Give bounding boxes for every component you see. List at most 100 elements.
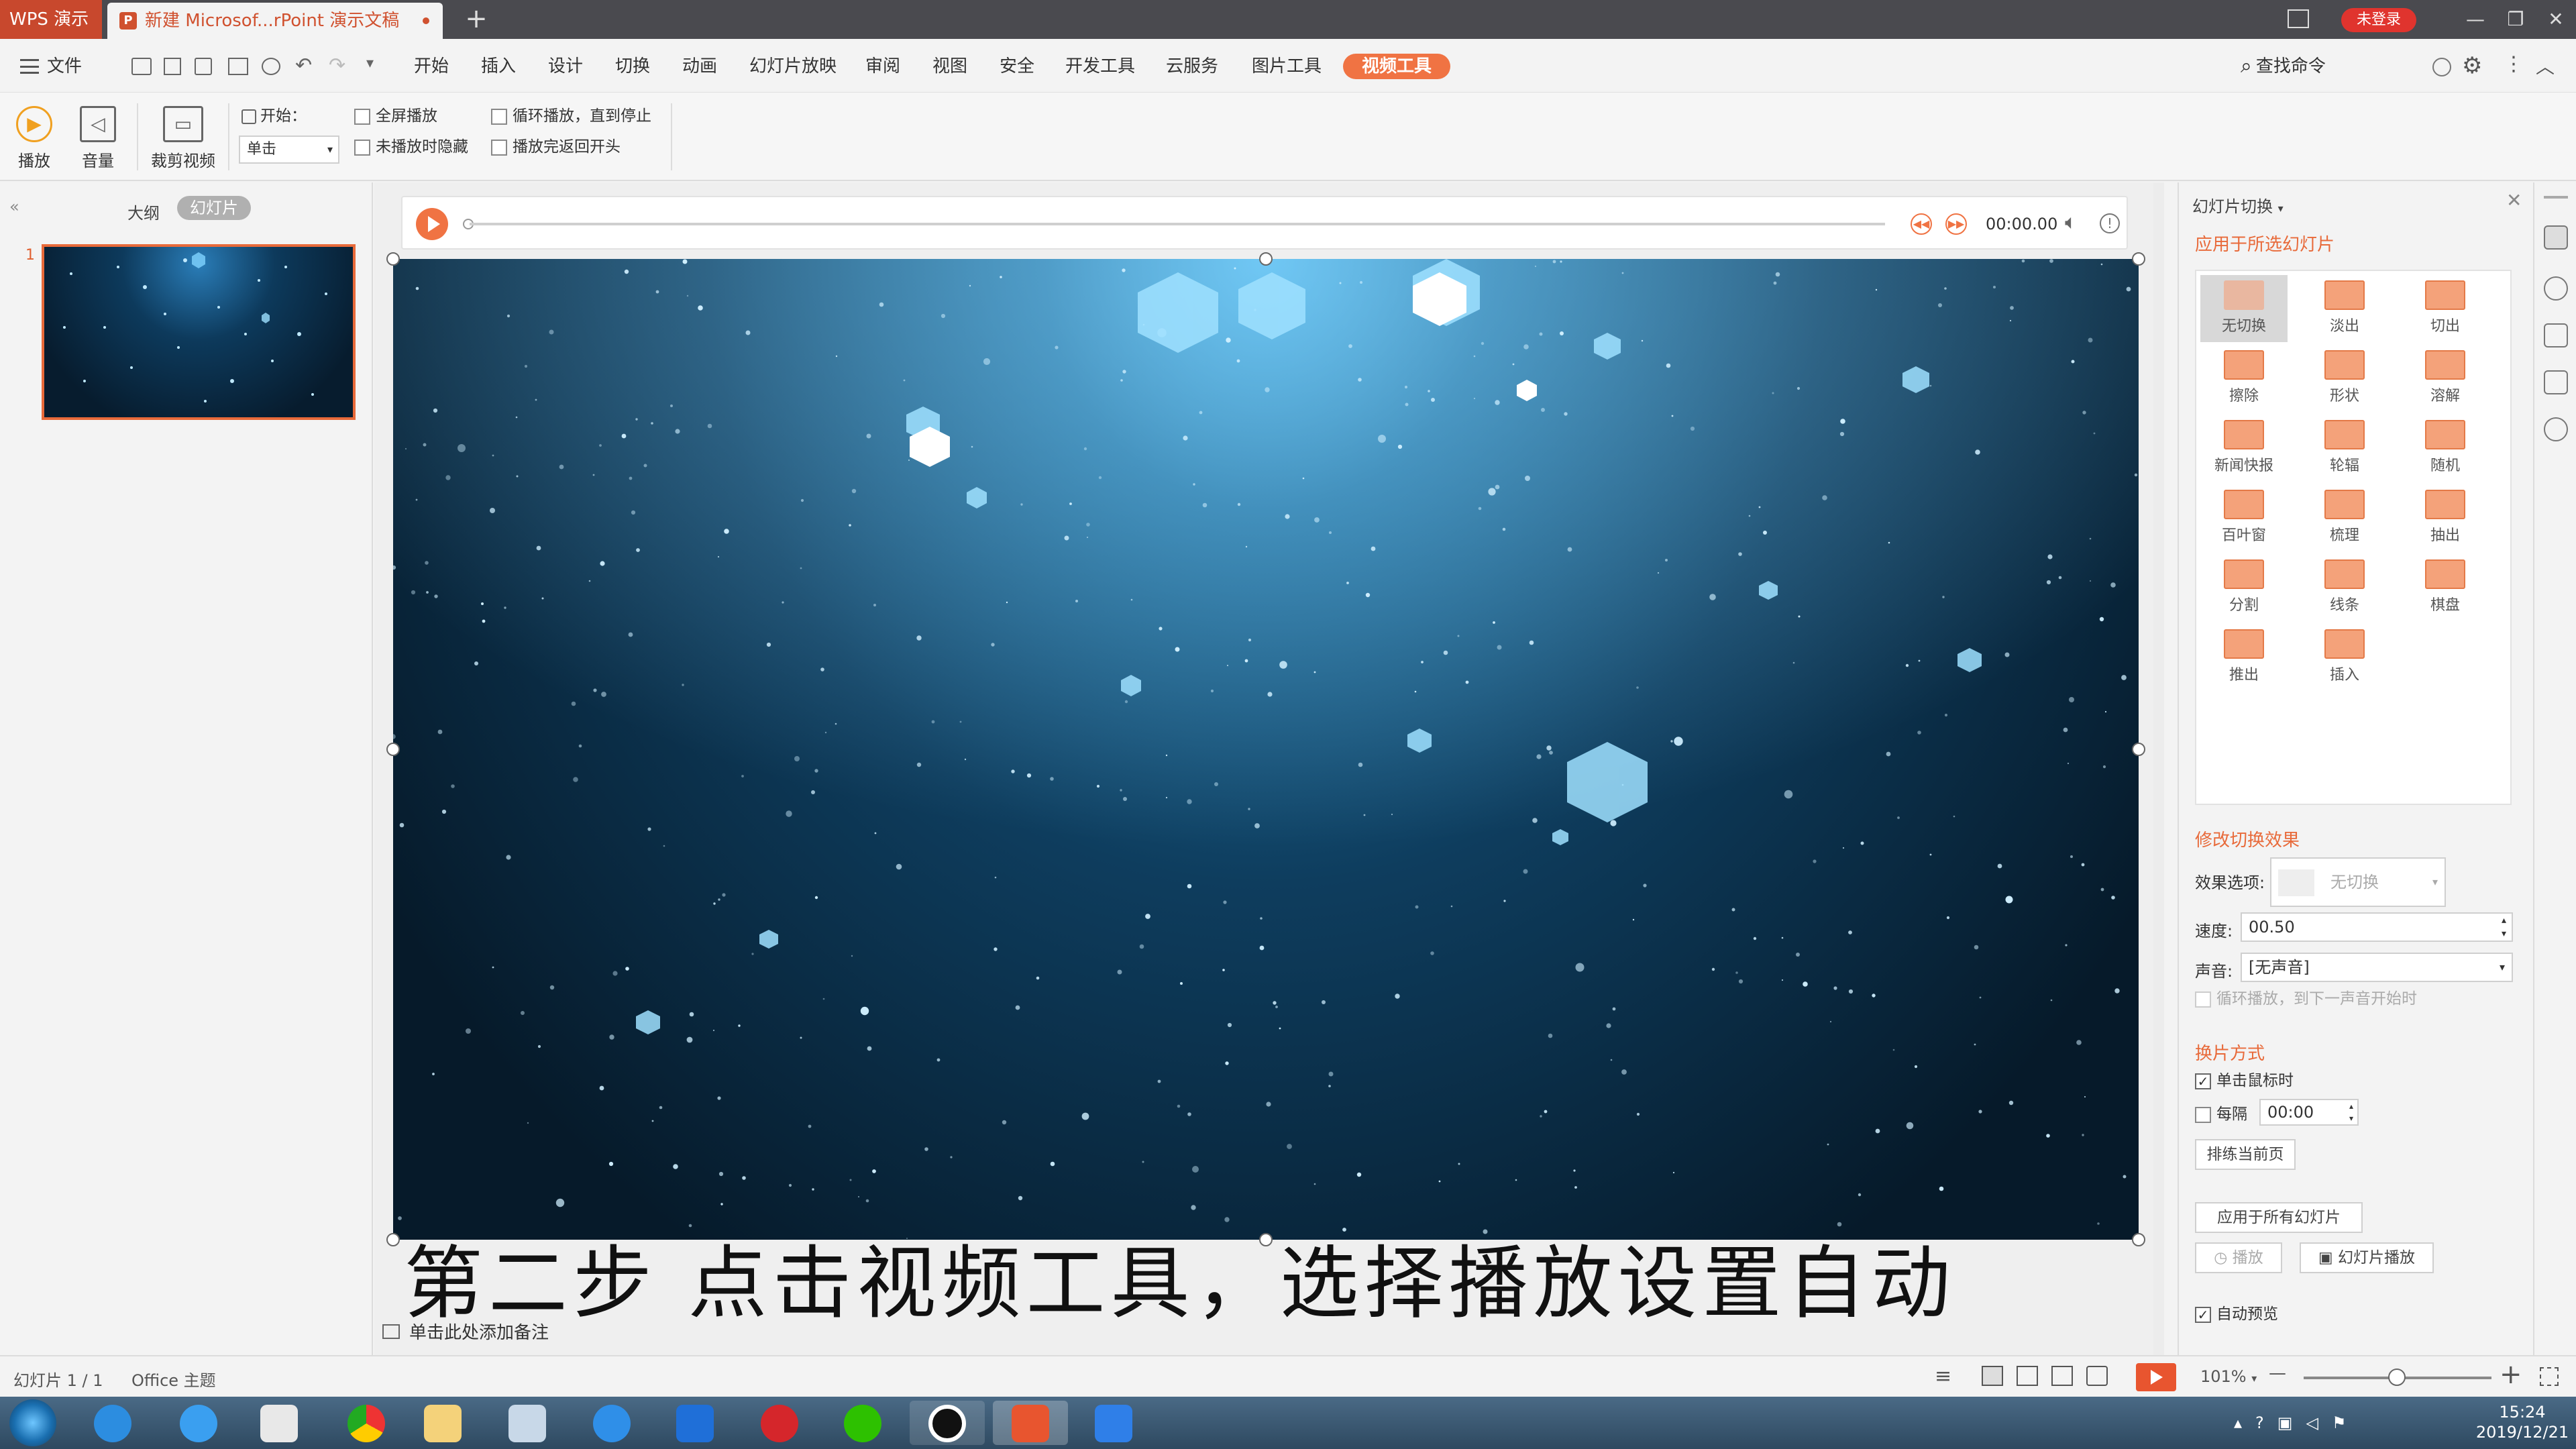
normal-view-icon[interactable] bbox=[1982, 1366, 2003, 1386]
resize-handle[interactable] bbox=[2132, 743, 2145, 756]
taskbar-download-icon[interactable] bbox=[657, 1401, 733, 1445]
info-icon[interactable]: ! bbox=[2100, 213, 2120, 233]
transition-option[interactable]: 线条 bbox=[2301, 554, 2388, 621]
menu-start[interactable]: 开始 bbox=[414, 54, 449, 79]
app-name-badge[interactable]: WPS 演示 bbox=[0, 0, 102, 39]
menu-transition[interactable]: 切换 bbox=[615, 54, 650, 79]
start-button[interactable] bbox=[9, 1399, 56, 1446]
slideshow-button[interactable]: ▣ 幻灯片播放 bbox=[2300, 1242, 2434, 1273]
resize-handle[interactable] bbox=[2132, 252, 2145, 266]
history-icon[interactable] bbox=[2544, 417, 2568, 441]
loop-checkbox[interactable]: 循环播放，直到停止 bbox=[491, 105, 651, 127]
menu-insert[interactable]: 插入 bbox=[481, 54, 516, 79]
transition-option[interactable]: 分割 bbox=[2200, 554, 2288, 621]
resize-handle[interactable] bbox=[2132, 1233, 2145, 1246]
play-video-button[interactable]: ▶ 播放 bbox=[11, 102, 58, 176]
zoom-slider-knob[interactable] bbox=[2388, 1368, 2406, 1386]
player-play-icon[interactable] bbox=[416, 208, 448, 240]
quick-access-dropdown-icon[interactable]: ▾ bbox=[366, 55, 374, 72]
close-button[interactable]: ✕ bbox=[2536, 5, 2576, 34]
more-options-icon[interactable]: ⋮ bbox=[2504, 52, 2524, 76]
transition-option[interactable]: 形状 bbox=[2301, 345, 2388, 412]
tab-outline[interactable]: 大纲 bbox=[127, 200, 160, 223]
taskbar-wps-presentation-icon[interactable] bbox=[993, 1401, 1068, 1445]
rewind-icon[interactable]: ◀◀ bbox=[1911, 213, 1932, 235]
collapse-ribbon-icon[interactable]: ︿ bbox=[2536, 52, 2555, 79]
collapse-panel-icon[interactable]: « bbox=[9, 197, 19, 216]
fullscreen-checkbox[interactable]: 全屏播放 bbox=[354, 105, 437, 127]
menu-developer[interactable]: 开发工具 bbox=[1065, 54, 1135, 79]
login-button[interactable]: 未登录 bbox=[2341, 8, 2416, 32]
transition-option[interactable]: 插入 bbox=[2301, 624, 2388, 691]
menu-video-tools[interactable]: 视频工具 bbox=[1343, 54, 1451, 79]
zoom-in-button[interactable]: + bbox=[2500, 1359, 2522, 1390]
print-preview-icon[interactable] bbox=[262, 58, 280, 75]
animation-icon[interactable] bbox=[2544, 323, 2568, 347]
transition-option[interactable]: 随机 bbox=[2402, 415, 2489, 482]
taskbar-media-icon[interactable] bbox=[241, 1401, 317, 1445]
panel-title[interactable]: 幻灯片切换 ▾ bbox=[2192, 193, 2284, 217]
trim-video-button[interactable]: ▭ 裁剪视频 bbox=[146, 102, 220, 176]
hamburger-icon[interactable] bbox=[20, 59, 39, 74]
flag-icon[interactable]: ⚑ bbox=[2332, 1413, 2347, 1432]
open-icon[interactable] bbox=[131, 58, 152, 75]
rehearse-button[interactable]: 排练当前页 bbox=[2195, 1139, 2296, 1170]
search-command[interactable]: ⌕ 查找命令 bbox=[2241, 54, 2326, 79]
feedback-icon[interactable] bbox=[2432, 58, 2451, 76]
transition-option[interactable]: 推出 bbox=[2200, 624, 2288, 691]
help-icon[interactable]: ? bbox=[2255, 1413, 2264, 1432]
menu-cloud[interactable]: 云服务 bbox=[1166, 54, 1218, 79]
properties-icon[interactable] bbox=[2544, 370, 2568, 394]
fit-window-icon[interactable] bbox=[2540, 1367, 2559, 1386]
menu-review[interactable]: 审阅 bbox=[865, 54, 900, 79]
menu-picture-tools[interactable]: 图片工具 bbox=[1252, 54, 1322, 79]
menu-security[interactable]: 安全 bbox=[1000, 54, 1034, 79]
drag-handle-icon[interactable] bbox=[2544, 196, 2568, 199]
taskbar-netease-music-icon[interactable] bbox=[742, 1401, 817, 1445]
network-icon[interactable]: ▣ bbox=[2277, 1413, 2293, 1432]
print-icon[interactable] bbox=[228, 58, 248, 75]
speed-input[interactable]: 00.50 ▴ ▾ bbox=[2241, 912, 2513, 942]
volume-button[interactable]: ◁ 音量 bbox=[71, 102, 125, 176]
slide-video[interactable] bbox=[393, 259, 2139, 1240]
export-pdf-icon[interactable] bbox=[195, 58, 212, 75]
resize-handle[interactable] bbox=[386, 743, 400, 756]
taskbar-ie-icon[interactable] bbox=[75, 1401, 150, 1445]
transition-option[interactable]: 新闻快报 bbox=[2200, 415, 2288, 482]
taskbar-chrome-icon[interactable] bbox=[329, 1401, 404, 1445]
taskbar-wps-writer-icon[interactable] bbox=[1076, 1401, 1151, 1445]
taskbar-notes-icon[interactable] bbox=[490, 1401, 565, 1445]
hide-not-playing-checkbox[interactable]: 未播放时隐藏 bbox=[354, 136, 468, 158]
progress-track[interactable] bbox=[470, 223, 1885, 225]
preview-play-button[interactable]: ◷ 播放 bbox=[2195, 1242, 2282, 1273]
rewind-checkbox[interactable]: 播放完返回开头 bbox=[491, 136, 621, 158]
menu-view[interactable]: 视图 bbox=[932, 54, 967, 79]
menu-animation[interactable]: 动画 bbox=[682, 54, 717, 79]
resize-handle[interactable] bbox=[386, 252, 400, 266]
player-volume-icon[interactable]: 🔈︎ bbox=[2065, 211, 2077, 234]
slideshow-play-button[interactable] bbox=[2136, 1363, 2176, 1391]
every-time-input[interactable]: 00:00 ▴ ▾ bbox=[2259, 1099, 2359, 1126]
transition-option[interactable]: 轮辐 bbox=[2301, 415, 2388, 482]
tab-slides[interactable]: 幻灯片 bbox=[177, 196, 251, 220]
fast-forward-icon[interactable]: ▶▶ bbox=[1945, 213, 1967, 235]
share-icon[interactable] bbox=[2544, 276, 2568, 301]
start-mode-select[interactable]: 单击 ▾ bbox=[239, 136, 339, 164]
zoom-level[interactable]: 101% ▾ bbox=[2200, 1367, 2257, 1386]
transition-option[interactable]: 擦除 bbox=[2200, 345, 2288, 412]
save-icon[interactable] bbox=[164, 58, 181, 75]
settings-gear-icon[interactable]: ⚙ bbox=[2462, 52, 2482, 79]
window-layout-icon[interactable] bbox=[2288, 9, 2309, 28]
notes-toggle-icon[interactable]: ≡ bbox=[1935, 1364, 1951, 1388]
canvas-scrollbar[interactable] bbox=[2153, 182, 2164, 1355]
taskbar-recorder-icon[interactable] bbox=[910, 1401, 985, 1445]
file-menu[interactable]: 文件 bbox=[47, 54, 82, 79]
slide-thumbnail[interactable] bbox=[42, 244, 356, 420]
transition-option[interactable]: 棋盘 bbox=[2402, 554, 2489, 621]
transition-option[interactable]: 梳理 bbox=[2301, 484, 2388, 551]
taskbar-wechat-icon[interactable] bbox=[825, 1401, 900, 1445]
document-tab[interactable]: P 新建 Microsof...rPoint 演示文稿 bbox=[107, 3, 443, 39]
taskbar-feishu-icon[interactable] bbox=[574, 1401, 649, 1445]
taskbar-explorer-icon[interactable] bbox=[405, 1401, 480, 1445]
redo-icon[interactable]: ↷ bbox=[329, 54, 345, 77]
